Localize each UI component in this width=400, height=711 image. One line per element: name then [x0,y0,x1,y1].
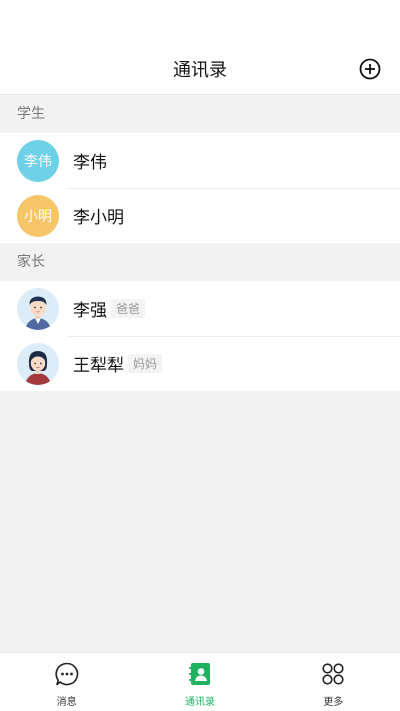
contact-row[interactable]: 李伟 李伟 [0,133,400,188]
contact-name: 李小明 [73,208,124,228]
chat-bubble-icon [54,661,80,687]
page-title: 通讯录 [173,60,227,81]
father-avatar-icon [17,287,59,330]
parents-list: 李强 爸爸 王犁犁 妈妈 [0,281,400,391]
role-badge: 妈妈 [128,354,163,373]
contacts-book-icon [187,661,213,687]
role-badge: 爸爸 [111,299,146,318]
contact-name: 李伟 [73,153,107,173]
section-header-students: 学生 [0,95,400,133]
grid-more-icon [320,661,346,687]
mother-avatar-icon [17,342,59,385]
tab-label: 消息 [56,697,77,708]
avatar: 李伟 [17,139,59,182]
students-list: 李伟 李伟 小明 李小明 [0,133,400,243]
contact-row[interactable]: 王犁犁 妈妈 [0,336,400,391]
nav-header: 通讯录 [0,44,400,95]
tab-label: 更多 [323,697,344,708]
add-contact-button[interactable] [358,57,382,81]
status-bar [0,0,400,44]
avatar: 小明 [17,194,59,237]
bottom-tab-bar: 消息 通讯录 更多 [0,652,400,711]
contact-row[interactable]: 李强 爸爸 [0,281,400,336]
contact-name: 王犁犁 [73,356,124,376]
contacts-page: 通讯录 学生 李伟 李伟 小明 李小明 家长 李强 爸爸 王犁犁 妈妈 消息 通… [0,0,400,711]
tab-contacts[interactable]: 通讯录 [133,653,266,711]
contact-name: 李强 [73,301,107,321]
avatar [17,342,59,385]
tab-label: 通讯录 [184,697,215,708]
section-header-parents: 家长 [0,243,400,281]
avatar [17,287,59,330]
avatar-text: 李伟 [24,153,52,170]
contact-row[interactable]: 小明 李小明 [0,188,400,243]
tab-more[interactable]: 更多 [267,653,400,711]
plus-circle-icon [359,58,381,80]
tab-messages[interactable]: 消息 [0,653,133,711]
avatar-text: 小明 [24,208,52,225]
